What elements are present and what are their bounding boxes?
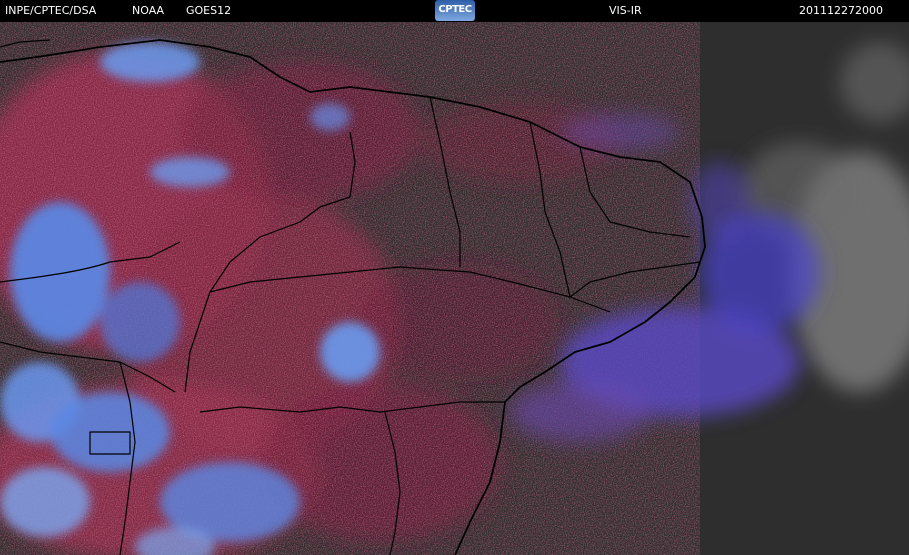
satellite-image-canvas [0,22,909,555]
cptec-logo: CPTEC [435,0,475,21]
product-label: VIS-IR [609,4,642,17]
header-bar: INPE/CPTEC/DSA NOAA GOES12 CPTEC VIS-IR … [0,0,909,22]
satellite-image [0,22,909,555]
satellite-label: GOES12 [186,4,232,17]
timestamp-label: 201112272000 [799,4,883,17]
source-label: INPE/CPTEC/DSA [5,4,97,17]
agency-label: NOAA [132,4,165,17]
logo-text: CPTEC [438,4,472,15]
